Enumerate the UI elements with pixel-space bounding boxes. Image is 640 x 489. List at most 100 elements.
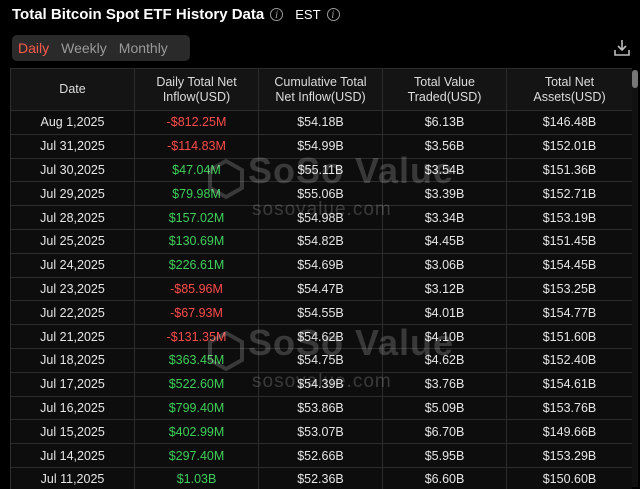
column-header-daily-net-inflow[interactable]: Daily Total Net Inflow(USD) xyxy=(134,68,259,111)
info-icon[interactable]: i xyxy=(270,7,284,21)
table-row: Jul 17,2025 $522.60M $54.39B $3.76B $154.61B xyxy=(10,371,632,397)
cell-cumulative-net-inflow: $53.86B xyxy=(258,395,383,421)
table-row: Jul 25,2025 $130.69M $54.82B $4.45B $151.45B xyxy=(10,228,632,254)
cell-total-net-assets: $153.19B xyxy=(506,205,632,230)
cell-daily-net-inflow: $363.45M xyxy=(134,347,259,373)
cell-daily-net-inflow: $226.61M xyxy=(134,252,259,278)
table-row: Jul 11,2025 $1.03B $52.36B $6.60B $150.60B xyxy=(10,466,632,489)
cell-cumulative-net-inflow: $54.18B xyxy=(258,110,383,135)
timezone-label: EST xyxy=(295,6,321,22)
table-row: Jul 29,2025 $79.98M $55.06B $3.39B $152.71B xyxy=(10,181,632,207)
table-row: Jul 28,2025 $157.02M $54.98B $3.34B $153.19B xyxy=(10,205,632,230)
history-table-container: Date Daily Total Net Inflow(USD) Cumulat… xyxy=(10,68,632,489)
cell-daily-net-inflow: $402.99M xyxy=(134,419,259,445)
tab-weekly[interactable]: Weekly xyxy=(55,35,113,61)
cell-total-value-traded: $3.54B xyxy=(382,157,507,183)
cell-total-value-traded: $3.39B xyxy=(382,181,507,207)
cell-cumulative-net-inflow: $55.11B xyxy=(258,157,383,183)
cell-total-net-assets: $151.36B xyxy=(506,157,632,183)
table-row: Aug 1,2025 -$812.25M $54.18B $6.13B $146.48B xyxy=(10,110,632,135)
cell-total-net-assets: $154.61B xyxy=(506,371,632,397)
cell-cumulative-net-inflow: $52.66B xyxy=(258,443,383,468)
cell-cumulative-net-inflow: $53.07B xyxy=(258,419,383,445)
cell-total-value-traded: $4.62B xyxy=(382,347,507,373)
timezone-info-icon[interactable]: i xyxy=(326,7,340,21)
cell-cumulative-net-inflow: $54.82B xyxy=(258,228,383,254)
cell-date: Jul 31,2025 xyxy=(10,133,135,159)
table-row: Jul 24,2025 $226.61M $54.69B $3.06B $154.45B xyxy=(10,252,632,278)
column-header-date[interactable]: Date xyxy=(10,68,135,111)
history-table: Date Daily Total Net Inflow(USD) Cumulat… xyxy=(10,68,632,489)
cell-total-net-assets: $153.25B xyxy=(506,276,632,302)
cell-total-value-traded: $3.06B xyxy=(382,252,507,278)
cell-cumulative-net-inflow: $52.36B xyxy=(258,466,383,489)
table-row: Jul 22,2025 -$67.93M $54.55B $4.01B $154.77B xyxy=(10,300,632,326)
download-icon[interactable] xyxy=(612,38,632,58)
cell-total-net-assets: $146.48B xyxy=(506,110,632,135)
cell-total-net-assets: $150.60B xyxy=(506,466,632,489)
cell-date: Jul 23,2025 xyxy=(10,276,135,302)
cell-total-net-assets: $152.40B xyxy=(506,347,632,373)
cell-total-value-traded: $4.45B xyxy=(382,228,507,254)
cell-total-net-assets: $151.45B xyxy=(506,228,632,254)
cell-total-net-assets: $154.77B xyxy=(506,300,632,326)
cell-date: Jul 14,2025 xyxy=(10,443,135,468)
cell-daily-net-inflow: $47.04M xyxy=(134,157,259,183)
table-row: Jul 31,2025 -$114.83M $54.99B $3.56B $152.01… xyxy=(10,133,632,159)
cell-date: Jul 17,2025 xyxy=(10,371,135,397)
cell-cumulative-net-inflow: $54.99B xyxy=(258,133,383,159)
cell-cumulative-net-inflow: $54.62B xyxy=(258,324,383,349)
table-row: Jul 15,2025 $402.99M $53.07B $6.70B $149.66B xyxy=(10,419,632,445)
page-header: Total Bitcoin Spot ETF History Data i ES… xyxy=(12,4,340,24)
cell-daily-net-inflow: $130.69M xyxy=(134,228,259,254)
cell-cumulative-net-inflow: $54.39B xyxy=(258,371,383,397)
table-scrollbar-track[interactable] xyxy=(632,70,638,487)
cell-total-value-traded: $3.56B xyxy=(382,133,507,159)
cell-date: Jul 16,2025 xyxy=(10,395,135,421)
cell-cumulative-net-inflow: $55.06B xyxy=(258,181,383,207)
cell-cumulative-net-inflow: $54.98B xyxy=(258,205,383,230)
table-row: Jul 14,2025 $297.40M $52.66B $5.95B $153.29B xyxy=(10,443,632,468)
cell-total-net-assets: $153.76B xyxy=(506,395,632,421)
cell-daily-net-inflow: $297.40M xyxy=(134,443,259,468)
cell-total-value-traded: $3.12B xyxy=(382,276,507,302)
table-row: Jul 23,2025 -$85.96M $54.47B $3.12B $153.25B xyxy=(10,276,632,302)
table-row: Jul 21,2025 -$131.35M $54.62B $4.10B $151.60… xyxy=(10,324,632,349)
cell-daily-net-inflow: $157.02M xyxy=(134,205,259,230)
tab-monthly[interactable]: Monthly xyxy=(113,35,174,61)
cell-total-net-assets: $154.45B xyxy=(506,252,632,278)
table-scrollbar-thumb[interactable] xyxy=(632,70,638,88)
cell-cumulative-net-inflow: $54.69B xyxy=(258,252,383,278)
cell-date: Jul 28,2025 xyxy=(10,205,135,230)
cell-date: Jul 29,2025 xyxy=(10,181,135,207)
cell-total-net-assets: $149.66B xyxy=(506,419,632,445)
cell-daily-net-inflow: -$67.93M xyxy=(134,300,259,326)
cell-date: Jul 21,2025 xyxy=(10,324,135,349)
cell-date: Jul 30,2025 xyxy=(10,157,135,183)
cell-date: Jul 22,2025 xyxy=(10,300,135,326)
cell-date: Jul 18,2025 xyxy=(10,347,135,373)
cell-total-net-assets: $152.01B xyxy=(506,133,632,159)
cell-cumulative-net-inflow: $54.55B xyxy=(258,300,383,326)
cell-date: Jul 25,2025 xyxy=(10,228,135,254)
tab-daily[interactable]: Daily xyxy=(12,35,55,61)
cell-total-value-traded: $3.34B xyxy=(382,205,507,230)
cell-daily-net-inflow: -$114.83M xyxy=(134,133,259,159)
column-header-total-net-assets[interactable]: Total Net Assets(USD) xyxy=(506,68,632,111)
column-header-total-value-traded[interactable]: Total Value Traded(USD) xyxy=(382,68,507,111)
cell-total-net-assets: $153.29B xyxy=(506,443,632,468)
cell-total-value-traded: $4.01B xyxy=(382,300,507,326)
cell-total-value-traded: $3.76B xyxy=(382,371,507,397)
cell-daily-net-inflow: -$85.96M xyxy=(134,276,259,302)
table-header-row: Date Daily Total Net Inflow(USD) Cumulat… xyxy=(10,68,632,111)
cell-total-net-assets: $152.71B xyxy=(506,181,632,207)
cell-daily-net-inflow: $522.60M xyxy=(134,371,259,397)
cell-total-value-traded: $5.95B xyxy=(382,443,507,468)
cell-daily-net-inflow: $79.98M xyxy=(134,181,259,207)
column-header-cumulative-net-inflow[interactable]: Cumulative Total Net Inflow(USD) xyxy=(258,68,383,111)
table-row: Jul 16,2025 $799.40M $53.86B $5.09B $153.76B xyxy=(10,395,632,421)
cell-total-value-traded: $6.70B xyxy=(382,419,507,445)
cell-daily-net-inflow: $799.40M xyxy=(134,395,259,421)
period-tabs: Daily Weekly Monthly xyxy=(12,35,190,61)
cell-date: Jul 11,2025 xyxy=(10,466,135,489)
